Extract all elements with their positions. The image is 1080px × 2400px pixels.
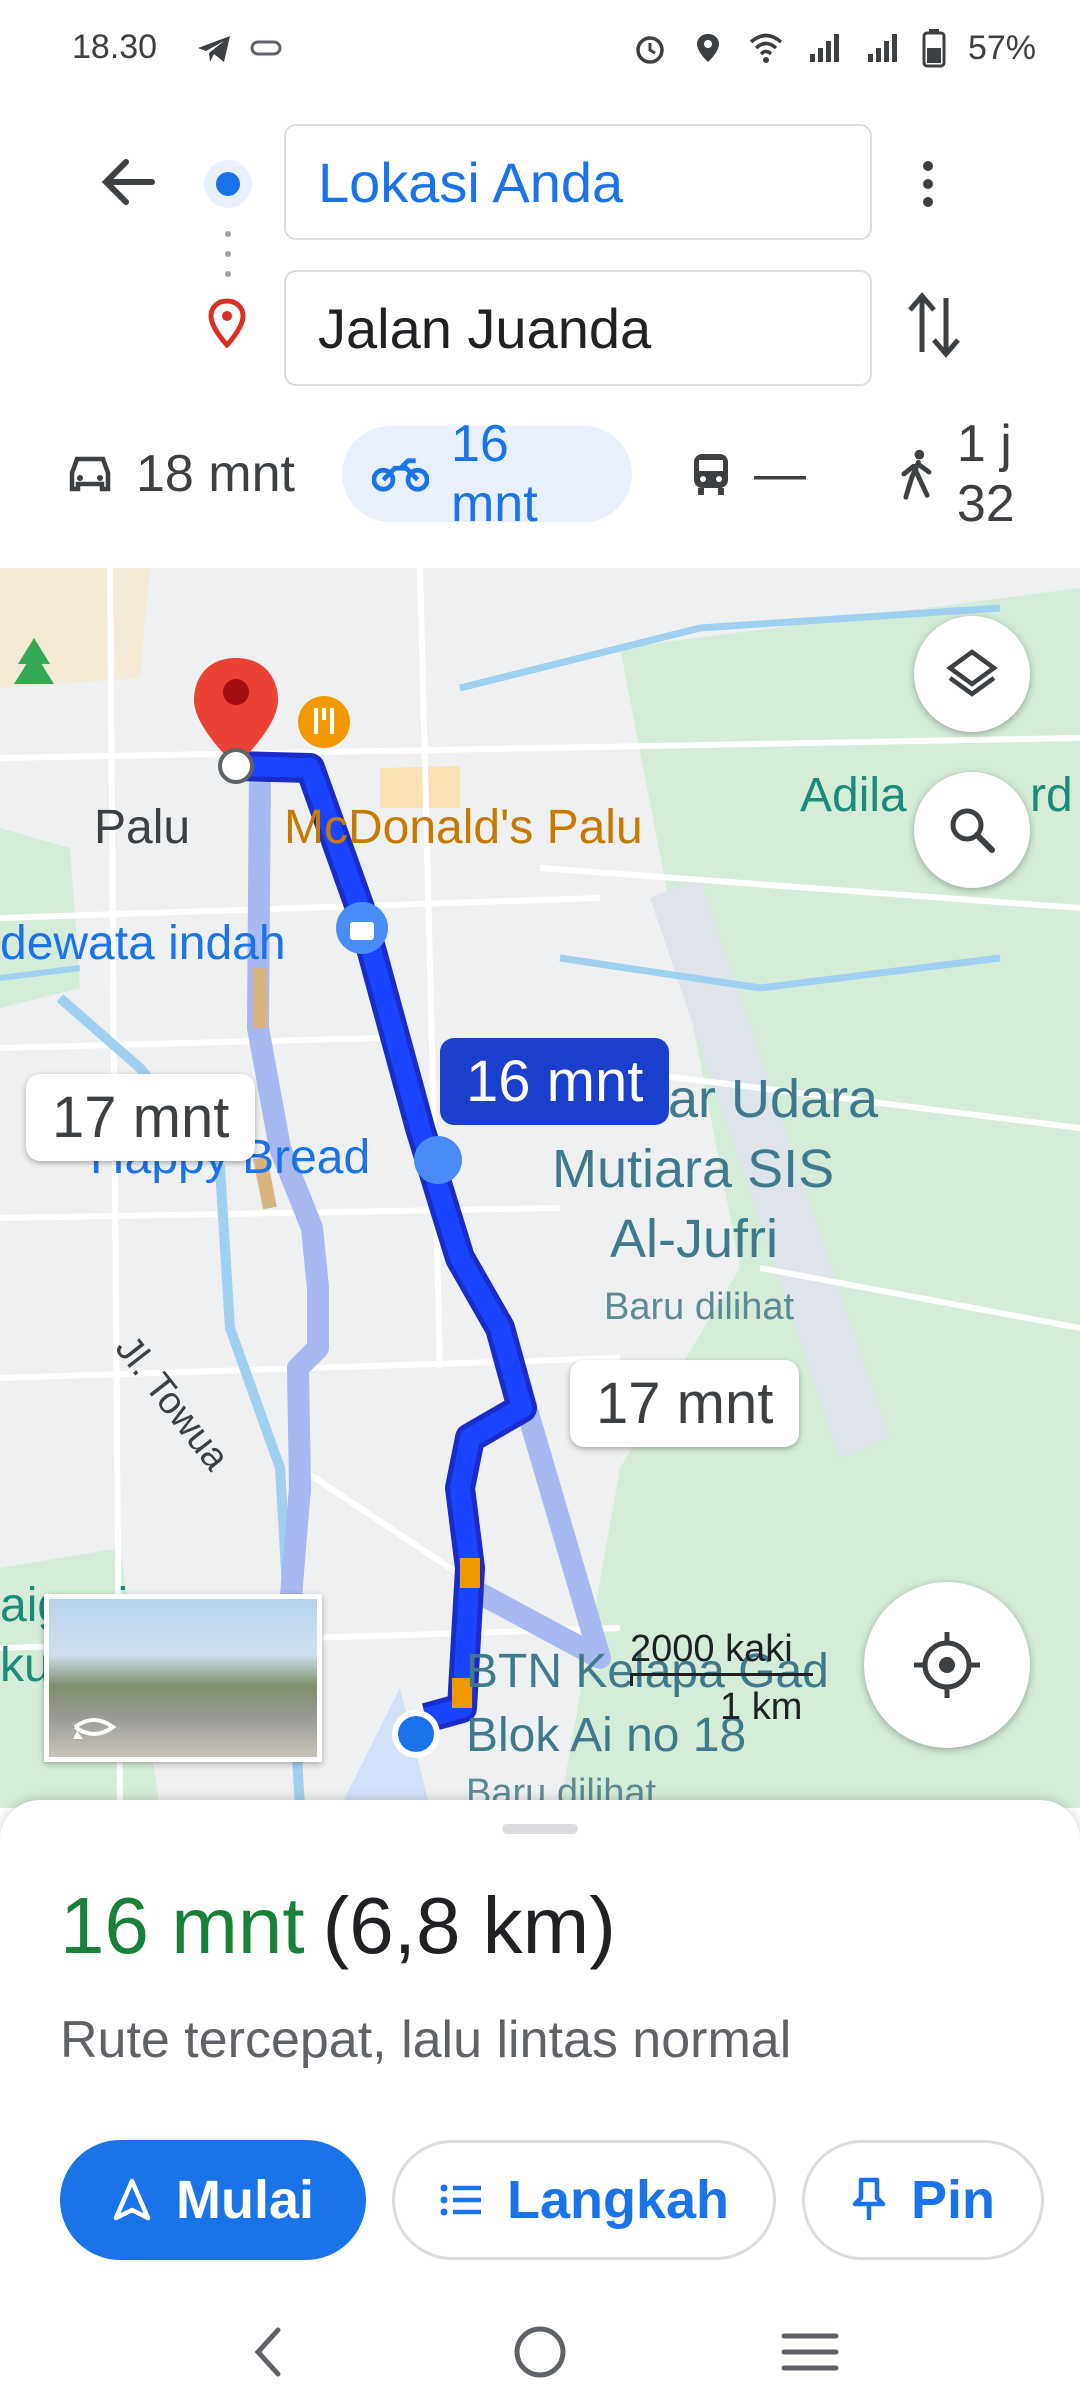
pin-button-label: Pin	[910, 2170, 995, 2230]
pin-icon	[852, 2177, 886, 2220]
map-view[interactable]: Palu McDonald's Palu Adila rd dewata ind…	[0, 568, 1080, 1808]
tab-transit-label: —	[754, 445, 806, 503]
motorcycle-icon	[372, 458, 429, 492]
my-location-button[interactable]	[864, 1582, 1030, 1748]
battery-icon	[922, 29, 946, 68]
map-label-adila-suffix: rd	[1030, 769, 1073, 822]
nav-recents-icon[interactable]	[780, 2330, 840, 2374]
map-label-adila: Adila	[800, 769, 907, 822]
my-location-icon	[914, 1632, 980, 1698]
wifi-icon	[749, 33, 783, 63]
route-dots-icon	[225, 231, 231, 277]
street-view-thumbnail[interactable]	[44, 1594, 322, 1762]
steps-button[interactable]: Langkah	[392, 2140, 776, 2260]
search-icon	[950, 808, 995, 853]
signal-icon-2	[867, 34, 897, 62]
map-label-mcdonalds: McDonald's Palu	[284, 801, 643, 854]
origin-dot-icon	[204, 160, 252, 208]
route-description: Rute tercepat, lalu lintas normal	[60, 2011, 792, 2069]
map-scale: 2000 kaki 1 km	[630, 1628, 830, 1729]
route-bubble-alt-right[interactable]: 17 mnt	[570, 1360, 800, 1447]
battery-percent: 57%	[967, 28, 1036, 67]
rotate-360-icon	[73, 1718, 117, 1739]
route-duration: 16 mnt	[60, 1881, 305, 1970]
route-summary: 16 mnt (6,8 km)	[60, 1880, 616, 1972]
map-label-bandar-udara: ar Udara	[668, 1069, 879, 1129]
tab-motorcycle-label: 16 mnt	[450, 415, 538, 533]
layers-icon	[946, 649, 998, 697]
back-arrow-icon[interactable]	[100, 156, 156, 208]
origin-field[interactable]: Lokasi Anda	[284, 124, 872, 240]
signal-icon	[809, 34, 839, 62]
alarm-icon	[636, 36, 664, 64]
map-scale-km: 1 km	[720, 1686, 803, 1728]
map-label-al-jufri: Al-Jufri	[610, 1209, 779, 1269]
nav-home-icon[interactable]	[512, 2324, 568, 2380]
tab-walking-label: 1 j 32	[956, 415, 1015, 533]
tab-driving-label: 18 mnt	[136, 445, 295, 503]
destination-field[interactable]: Jalan Juanda	[284, 270, 872, 386]
route-bubble-selected[interactable]: 16 mnt	[440, 1038, 670, 1125]
search-button[interactable]	[914, 772, 1030, 888]
system-nav-bar	[0, 2300, 1080, 2400]
walk-icon	[901, 449, 932, 500]
start-button-label: Mulai	[175, 2170, 314, 2230]
route-bubble-alt-left[interactable]: 17 mnt	[26, 1074, 256, 1161]
map-label-baru-dilihat: Baru dilihat	[604, 1286, 795, 1328]
map-label-dewata: dewata indah	[0, 917, 286, 970]
transit-icon	[694, 454, 728, 495]
map-scale-bar	[630, 1673, 813, 1686]
car-icon	[69, 456, 111, 492]
pin-button[interactable]: Pin	[802, 2140, 1044, 2260]
app-notification-icon	[250, 40, 282, 56]
swap-icon[interactable]	[904, 290, 964, 360]
map-scale-feet: 2000 kaki	[630, 1628, 793, 1670]
map-label-palu: Palu	[94, 801, 191, 854]
map-label-mutiara: Mutiara SIS	[552, 1139, 835, 1199]
status-time: 18.30	[72, 28, 158, 66]
navigation-arrow-icon	[113, 2178, 151, 2221]
status-bar: 18.30 57%	[0, 0, 1080, 100]
nav-back-icon[interactable]	[248, 2324, 288, 2380]
tab-motorcycle[interactable]: 16 mnt	[342, 415, 632, 533]
telegram-icon	[198, 36, 230, 62]
steps-button-label: Langkah	[506, 2170, 730, 2230]
status-icons: 57%	[632, 28, 1036, 68]
more-options-icon[interactable]	[916, 156, 940, 212]
list-icon	[440, 2184, 481, 2216]
layers-button[interactable]	[914, 616, 1030, 732]
tab-walking[interactable]: 1 j 32	[900, 415, 1080, 533]
destination-pin-icon	[208, 298, 246, 348]
route-distance: (6,8 km)	[322, 1881, 616, 1970]
location-icon	[696, 34, 719, 62]
drag-handle[interactable]	[502, 1824, 578, 1834]
start-button[interactable]: Mulai	[60, 2140, 366, 2260]
tab-transit[interactable]: —	[690, 426, 806, 522]
tab-driving[interactable]: 18 mnt	[66, 426, 295, 522]
